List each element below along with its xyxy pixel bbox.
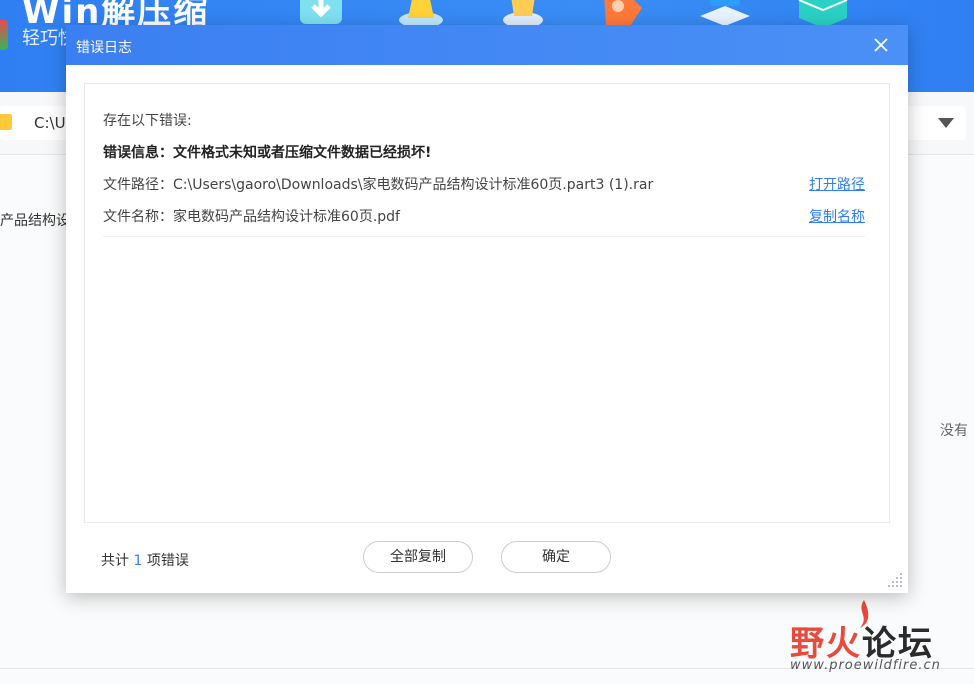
app-logo bbox=[0, 20, 8, 50]
file-name-label: 文件名称： bbox=[103, 209, 173, 225]
ok-button[interactable]: 确定 bbox=[501, 541, 611, 573]
folder-icon bbox=[0, 114, 12, 130]
dialog-title: 错误日志 bbox=[76, 40, 132, 56]
dialog-titlebar[interactable]: 错误日志 bbox=[66, 25, 908, 65]
error-count: 1 bbox=[133, 553, 143, 569]
error-log-dialog: 错误日志 存在以下错误: 错误信息：文件格式未知或者压缩文件数据已经损坏! 文件… bbox=[66, 25, 908, 593]
error-heading: 存在以下错误: bbox=[103, 113, 192, 129]
file-path-label: 文件路径： bbox=[103, 177, 173, 193]
watermark-url: www.proewildfire.cn bbox=[790, 658, 941, 673]
close-icon bbox=[874, 38, 888, 52]
row-divider bbox=[103, 236, 865, 237]
summary-prefix: 共计 bbox=[101, 553, 129, 569]
path-text: C:\U bbox=[34, 114, 66, 132]
file-path-value: C:\Users\gaoro\Downloads\家电数码产品结构设计标准60页… bbox=[173, 177, 654, 193]
error-message: 错误信息：文件格式未知或者压缩文件数据已经损坏! bbox=[103, 145, 432, 161]
error-summary: 共计 1 项错误 bbox=[101, 550, 189, 570]
summary-suffix: 项错误 bbox=[146, 553, 189, 569]
file-name-partial: 产品结构设 bbox=[0, 213, 70, 229]
empty-hint: 没有 bbox=[940, 423, 968, 439]
copy-all-button[interactable]: 全部复制 bbox=[363, 541, 473, 573]
chevron-down-icon[interactable] bbox=[938, 118, 954, 128]
close-button[interactable] bbox=[870, 34, 892, 56]
file-name-value: 家电数码产品结构设计标准60页.pdf bbox=[173, 209, 400, 225]
resize-grip-icon[interactable] bbox=[886, 571, 904, 589]
file-name-row: 文件名称：家电数码产品结构设计标准60页.pdf 复制名称 bbox=[103, 206, 865, 226]
error-panel: 存在以下错误: 错误信息：文件格式未知或者压缩文件数据已经损坏! 文件路径：C:… bbox=[84, 83, 890, 523]
watermark: 野火论坛 www.proewildfire.cn bbox=[790, 600, 970, 680]
copy-name-link[interactable]: 复制名称 bbox=[809, 206, 865, 226]
open-path-link[interactable]: 打开路径 bbox=[809, 174, 865, 194]
file-path-row: 文件路径：C:\Users\gaoro\Downloads\家电数码产品结构设计… bbox=[103, 174, 865, 194]
